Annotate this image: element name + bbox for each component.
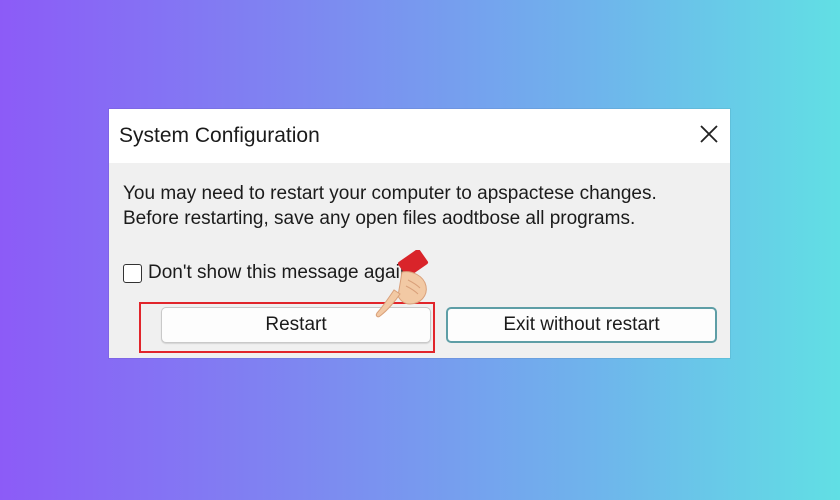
dialog-title: System Configuration [119, 124, 320, 147]
close-button[interactable] [694, 119, 724, 149]
message-line-2: Before restarting, save any open files a… [123, 208, 636, 229]
checkbox-box[interactable] [123, 263, 142, 283]
system-configuration-dialog: System Configuration You may need to res… [109, 109, 730, 358]
close-icon [700, 125, 718, 143]
dialog-body: You may need to restart your computer to… [109, 163, 730, 358]
message-line-1: You may need to restart your computer to… [123, 183, 657, 204]
dialog-titlebar: System Configuration [109, 109, 730, 163]
restart-button[interactable]: Restart [161, 307, 431, 343]
checkbox-label: Don't show this message again [148, 262, 411, 283]
exit-without-restart-button[interactable]: Exit without restart [446, 307, 717, 343]
dont-show-again-checkbox[interactable]: Don't show this message again [123, 261, 410, 285]
